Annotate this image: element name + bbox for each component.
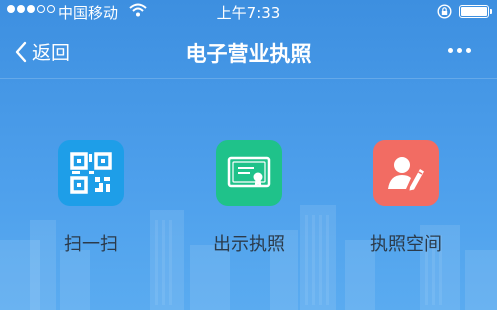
screen: 中国移动 上午7:33 返回 电子营业执照 扫一扫 出示执照 执照空间 [0, 0, 497, 310]
nav-divider [0, 78, 497, 79]
status-bar: 中国移动 上午7:33 [0, 0, 497, 26]
show-license-button[interactable]: 出示执照 [189, 140, 309, 256]
user-edit-icon [373, 140, 439, 206]
page-title: 电子营业执照 [185, 42, 312, 66]
status-time: 上午7:33 [216, 4, 281, 22]
battery-icon [459, 5, 489, 18]
qr-code-icon [58, 140, 124, 206]
battery-cap [490, 9, 492, 14]
scan-button[interactable]: 扫一扫 [31, 140, 151, 256]
more-options-icon[interactable] [448, 48, 471, 53]
license-space-button[interactable]: 执照空间 [346, 140, 466, 256]
orientation-lock-icon [437, 4, 452, 19]
license-space-label: 执照空间 [370, 234, 442, 255]
show-license-label: 出示执照 [213, 234, 285, 255]
navigation-bar: 返回 电子营业执照 [0, 26, 497, 78]
certificate-icon [216, 140, 282, 206]
scan-label: 扫一扫 [64, 234, 118, 255]
